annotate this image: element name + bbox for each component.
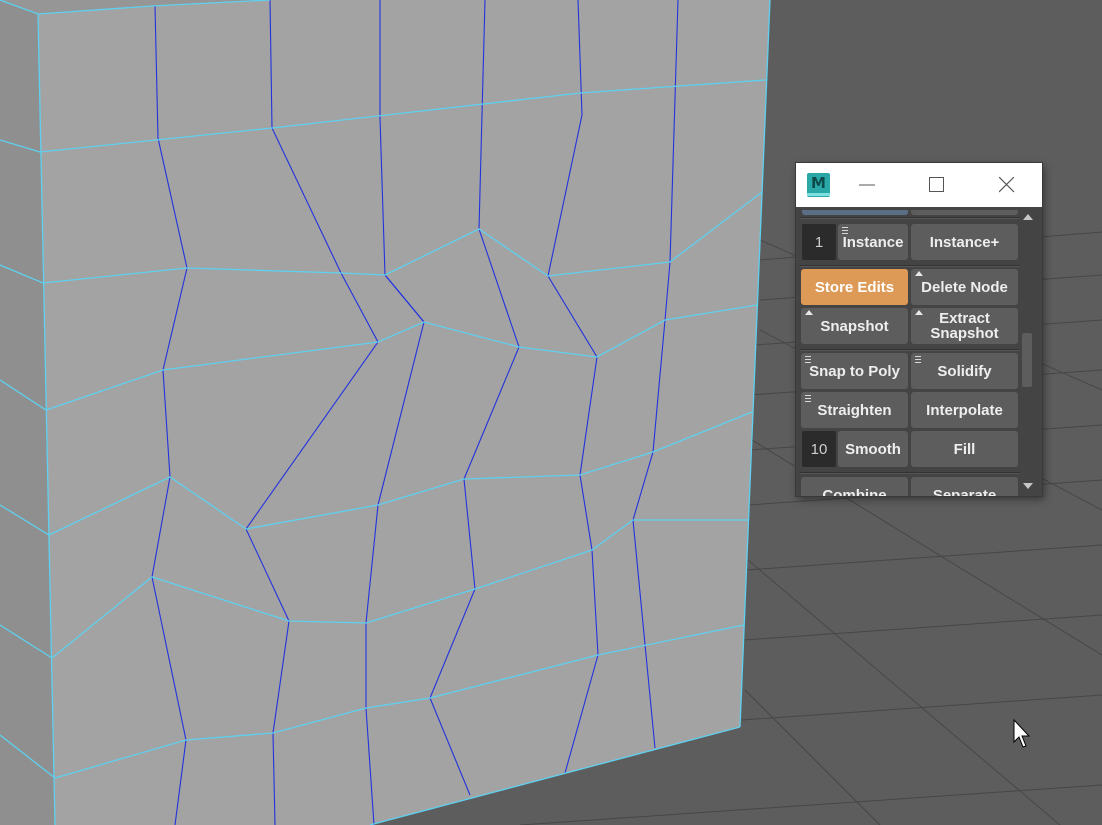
separator (800, 349, 1020, 350)
snapshot-button[interactable]: Snapshot (801, 308, 908, 344)
smooth-label: Smooth (845, 440, 901, 458)
store-edits-label: Store Edits (814, 278, 895, 296)
combine-button[interactable]: Combine (801, 477, 908, 496)
separate-button[interactable]: Separate (911, 477, 1018, 496)
scroll-up-arrow-icon[interactable] (1023, 214, 1033, 220)
app-icon-letter: M (811, 174, 826, 192)
instance-plus-label: Instance+ (929, 233, 1000, 251)
tool-panel: 1 Instance Instance+ Store Edits Delete … (796, 207, 1042, 496)
combine-label: Combine (822, 487, 887, 496)
straighten-label: Straighten (817, 401, 892, 419)
option-marker-icon (805, 310, 813, 315)
snapshot-label: Snapshot (820, 317, 889, 335)
straighten-button[interactable]: Straighten (801, 392, 908, 428)
maximize-icon (929, 177, 944, 192)
button-remnant[interactable] (911, 210, 1018, 215)
arrow-cursor-icon (1013, 718, 1031, 748)
extract-snapshot-label-line2: Snapshot (930, 325, 999, 342)
menu-marker-icon (805, 356, 811, 365)
solidify-button[interactable]: Solidify (911, 353, 1018, 389)
solidify-label: Solidify (937, 362, 992, 380)
snap-to-poly-button[interactable]: Snap to Poly (801, 353, 908, 389)
fill-label: Fill (953, 440, 976, 458)
title-bar[interactable]: M (796, 163, 1042, 207)
minimize-icon (859, 184, 875, 186)
instance-plus-button[interactable]: Instance+ (911, 224, 1018, 260)
instance-label: Instance (842, 233, 904, 251)
fill-button[interactable]: Fill (911, 431, 1018, 467)
option-marker-icon (915, 310, 923, 315)
mesh-front-face (38, 0, 770, 825)
close-icon (999, 177, 1015, 193)
maximize-button[interactable] (912, 163, 962, 207)
smooth-button[interactable]: Smooth (838, 431, 908, 467)
scroll-thumb[interactable] (1022, 333, 1032, 387)
snap-to-poly-label: Snap to Poly (809, 362, 900, 380)
separator (800, 472, 1020, 473)
separator (800, 217, 1020, 218)
interpolate-label: Interpolate (926, 401, 1003, 419)
menu-marker-icon (842, 227, 848, 236)
instance-count-field[interactable]: 1 (802, 224, 836, 260)
scroll-down-arrow-icon[interactable] (1023, 483, 1033, 489)
delete-node-label: Delete Node (921, 278, 1008, 296)
separate-label: Separate (932, 487, 997, 496)
menu-marker-icon (915, 356, 921, 365)
menu-marker-icon (805, 395, 811, 404)
extract-snapshot-label-line1: Extract (939, 310, 990, 327)
close-button[interactable] (982, 163, 1032, 207)
instance-button[interactable]: Instance (838, 224, 908, 260)
extract-snapshot-button[interactable]: Extract Snapshot (911, 308, 1018, 344)
maya-icon: M (807, 173, 830, 197)
interpolate-button[interactable]: Interpolate (911, 392, 1018, 428)
vertical-scrollbar[interactable] (1020, 211, 1034, 493)
minimize-button[interactable] (842, 163, 892, 207)
selected-button-remnant[interactable] (802, 210, 908, 215)
delete-node-button[interactable]: Delete Node (911, 269, 1018, 305)
separator (800, 265, 1020, 266)
tool-window[interactable]: M 1 Instance Instance+ Store Edits Delet… (796, 163, 1042, 496)
option-marker-icon (915, 271, 923, 276)
store-edits-button[interactable]: Store Edits (801, 269, 908, 305)
smooth-count-field[interactable]: 10 (802, 431, 836, 467)
